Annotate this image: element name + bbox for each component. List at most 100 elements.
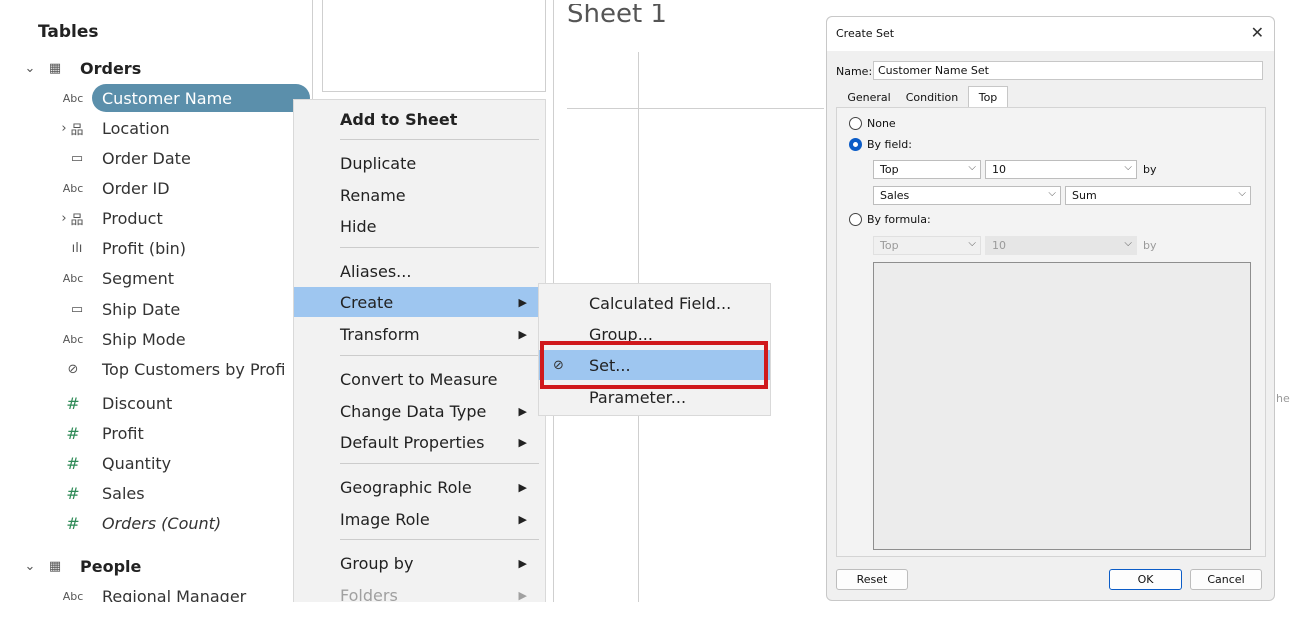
table-icon: ▦: [48, 558, 62, 574]
menu-item-aliases[interactable]: Aliases...: [294, 256, 545, 286]
field-select[interactable]: Sales ⌵: [873, 186, 1061, 205]
string-type-icon: Abc: [62, 91, 84, 105]
field-label: Product: [102, 208, 163, 228]
field-label: Customer Name: [102, 88, 233, 108]
submenu-arrow-icon: ▶: [518, 327, 527, 341]
menu-item-hide[interactable]: Hide: [294, 211, 545, 241]
tab-general[interactable]: General: [842, 87, 896, 107]
set-icon: ⊘: [67, 361, 79, 377]
chevron-down-icon: ⌵: [1048, 188, 1056, 199]
cancel-button[interactable]: Cancel: [1190, 569, 1262, 590]
field-customer-name[interactable]: Abc Customer Name: [0, 84, 312, 112]
field-orders-count[interactable]: # Orders (Count): [0, 509, 312, 537]
field-regional-manager[interactable]: Abc Regional Manager: [0, 582, 312, 603]
create-set-dialog: Create Set ✕ Name: Customer Name Set Gen…: [826, 16, 1275, 601]
chevron-down-icon[interactable]: ⌄: [22, 61, 38, 76]
tab-condition[interactable]: Condition: [900, 87, 964, 107]
field-discount[interactable]: # Discount: [0, 389, 312, 417]
aggregation-select[interactable]: Sum ⌵: [1065, 186, 1251, 205]
field-label: Location: [102, 118, 170, 138]
top-tab-panel: None By field: Top ⌵ 10 ⌵ by Sales ⌵ Sum ⌵ B…: [836, 107, 1266, 557]
menu-item-image-role[interactable]: Image Role ▶: [294, 504, 545, 534]
measure-icon: #: [66, 453, 80, 473]
table-icon: ▦: [48, 60, 62, 76]
field-ship-mode[interactable]: Abc Ship Mode: [0, 325, 312, 353]
string-type-icon: Abc: [62, 181, 84, 195]
table-people[interactable]: ⌄ ▦ People: [0, 552, 312, 580]
field-label: Orders (Count): [102, 513, 222, 533]
formula-top-bottom-select: Top ⌵: [873, 236, 981, 255]
submenu-item-calculated-field[interactable]: Calculated Field...: [539, 288, 770, 318]
menu-item-create[interactable]: Create ▶: [294, 287, 545, 317]
chevron-down-icon: ⌵: [1124, 162, 1132, 173]
radio-by-field-label: By field:: [867, 138, 912, 151]
close-icon[interactable]: ✕: [1251, 23, 1264, 42]
radio-none-label: None: [867, 117, 896, 130]
field-label: Order ID: [102, 178, 170, 198]
field-order-id[interactable]: Abc Order ID: [0, 174, 312, 202]
field-label: Profit: [102, 423, 144, 443]
highlight-annotation-box: [540, 341, 768, 389]
field-profit[interactable]: # Profit: [0, 419, 312, 447]
set-name-input[interactable]: Customer Name Set: [873, 61, 1263, 80]
table-name: Orders: [80, 58, 142, 78]
submenu-arrow-icon: ▶: [518, 556, 527, 570]
menu-item-group-by[interactable]: Group by ▶: [294, 548, 545, 578]
field-product[interactable]: › 品 Product: [0, 204, 312, 232]
field-quantity[interactable]: # Quantity: [0, 449, 312, 477]
field-label: Quantity: [102, 453, 172, 473]
field-profit-bin[interactable]: ılı Profit (bin): [0, 234, 312, 262]
measure-icon: #: [66, 513, 80, 533]
calendar-icon: ▭: [70, 301, 84, 317]
radio-by-formula[interactable]: [849, 213, 862, 226]
tables-heading: Tables: [38, 22, 99, 42]
top-count-select[interactable]: 10 ⌵: [985, 160, 1137, 179]
menu-item-transform[interactable]: Transform ▶: [294, 319, 545, 349]
chevron-down-icon: ⌵: [1124, 238, 1132, 249]
formula-by-label: by: [1143, 239, 1157, 252]
radio-by-field[interactable]: [849, 138, 862, 151]
top-bottom-select[interactable]: Top ⌵: [873, 160, 981, 179]
table-name: People: [80, 556, 142, 576]
menu-item-duplicate[interactable]: Duplicate: [294, 148, 545, 178]
menu-separator: [340, 355, 539, 356]
radio-by-formula-label: By formula:: [867, 213, 931, 226]
menu-item-change-data-type[interactable]: Change Data Type ▶: [294, 396, 545, 426]
menu-item-default-properties[interactable]: Default Properties ▶: [294, 427, 545, 457]
field-label: Segment: [102, 268, 174, 288]
field-sales[interactable]: # Sales: [0, 479, 312, 507]
menu-separator: [340, 539, 539, 540]
string-type-icon: Abc: [62, 589, 84, 603]
string-type-icon: Abc: [62, 332, 84, 346]
chevron-down-icon[interactable]: ⌄: [22, 559, 38, 574]
background-text: he: [1276, 392, 1290, 405]
submenu-arrow-icon: ▶: [518, 435, 527, 449]
field-location[interactable]: › 品 Location: [0, 114, 312, 142]
table-orders[interactable]: ⌄ ▦ Orders: [0, 54, 312, 82]
radio-none[interactable]: [849, 117, 862, 130]
field-label: Regional Manager: [102, 586, 247, 603]
menu-item-geographic-role[interactable]: Geographic Role ▶: [294, 472, 545, 502]
field-top-customers-set[interactable]: ⊘ Top Customers by Profi: [0, 355, 312, 383]
submenu-arrow-icon: ▶: [518, 404, 527, 418]
submenu-arrow-icon: ▶: [518, 588, 527, 602]
chevron-down-icon: ⌵: [968, 238, 976, 249]
field-label: Ship Mode: [102, 329, 186, 349]
field-segment[interactable]: Abc Segment: [0, 264, 312, 292]
menu-separator: [340, 247, 539, 248]
tab-top[interactable]: Top: [968, 86, 1008, 108]
menu-item-rename[interactable]: Rename: [294, 180, 545, 210]
field-ship-date[interactable]: ▭ Ship Date: [0, 295, 312, 323]
hierarchy-icon: 品: [70, 212, 84, 228]
dialog-title-bar: Create Set ✕: [827, 17, 1274, 51]
menu-item-convert-to-measure[interactable]: Convert to Measure: [294, 364, 545, 394]
field-order-date[interactable]: ▭ Order Date: [0, 144, 312, 172]
ok-button[interactable]: OK: [1109, 569, 1182, 590]
menu-item-folders: Folders ▶: [340, 585, 527, 603]
chevron-down-icon: ⌵: [968, 162, 976, 173]
menu-item-add-to-sheet[interactable]: Add to Sheet: [294, 104, 545, 134]
formula-editor: [873, 262, 1251, 550]
menu-separator: [340, 463, 539, 464]
reset-button[interactable]: Reset: [836, 569, 908, 590]
measure-icon: #: [66, 483, 80, 503]
